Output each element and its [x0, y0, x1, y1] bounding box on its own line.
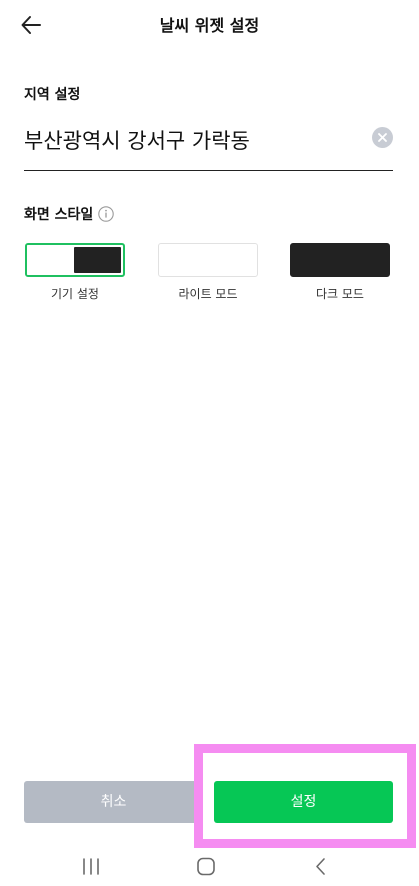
preview-dark-half [74, 247, 121, 273]
clear-icon[interactable] [372, 127, 393, 148]
top-bar: 날씨 위젯 설정 [0, 0, 419, 52]
screen-style-label: 화면 스타일 [24, 207, 94, 223]
region-label: 지역 설정 [24, 87, 81, 103]
cancel-button[interactable]: 취소 [24, 781, 203, 823]
region-input[interactable] [24, 124, 354, 158]
style-option-dark[interactable] [290, 243, 390, 277]
style-option-light[interactable] [158, 243, 258, 277]
page-title: 날씨 위젯 설정 [159, 16, 260, 35]
region-field [24, 118, 393, 171]
style-option-device[interactable] [25, 243, 125, 277]
confirm-button[interactable]: 설정 [214, 781, 393, 823]
info-icon[interactable] [98, 206, 114, 222]
recents-icon[interactable] [79, 856, 103, 878]
preview-light-half [27, 245, 74, 275]
style-caption-device: 기기 설정 [51, 287, 99, 301]
home-icon[interactable] [194, 856, 218, 878]
nav-back-icon[interactable] [309, 856, 333, 878]
system-nav-bar [0, 848, 419, 886]
style-caption-light: 라이트 모드 [178, 287, 238, 301]
style-caption-dark: 다크 모드 [316, 287, 364, 301]
